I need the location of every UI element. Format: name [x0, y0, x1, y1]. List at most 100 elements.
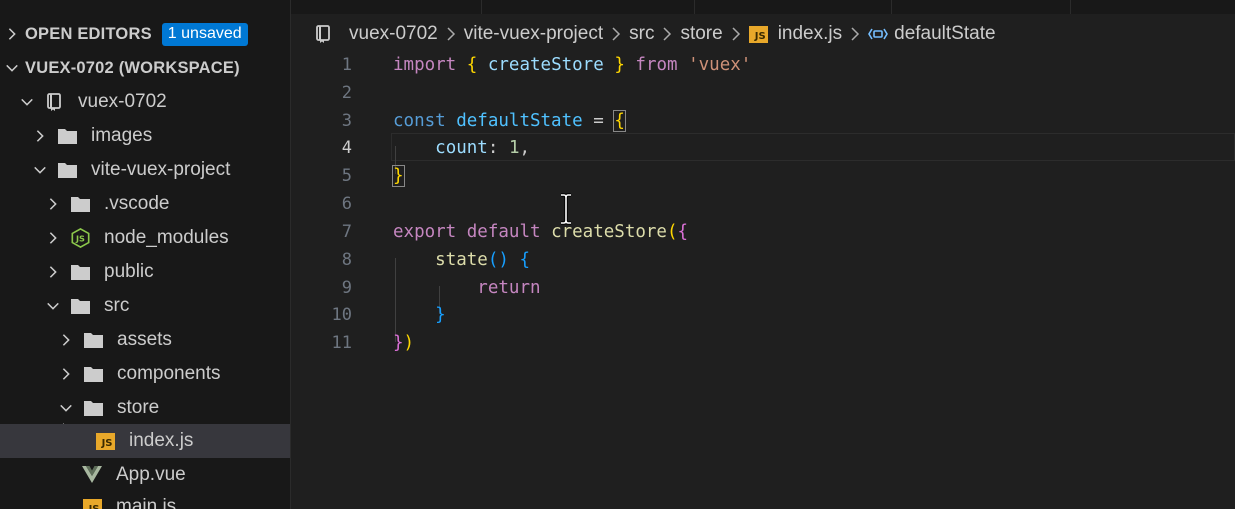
token-identifier: createStore	[487, 55, 604, 75]
token-bracket: {	[519, 250, 531, 270]
js-file-icon-glyph: JS	[82, 498, 102, 509]
folder-open-icon	[70, 296, 90, 316]
token-bracket: ()	[487, 250, 509, 270]
line-number: 1	[341, 55, 352, 75]
workspace-header[interactable]: VUEX-0702 (WORKSPACE)	[0, 51, 290, 85]
token-keyword: const	[393, 111, 446, 131]
tree-item-vite-vuex-project[interactable]: vite-vuex-project	[0, 153, 290, 187]
folder-icon	[57, 126, 77, 146]
token-function: state	[435, 250, 488, 270]
folder-icon	[70, 262, 90, 282]
tab-divider	[1070, 0, 1071, 14]
tree-item-src[interactable]: src	[0, 289, 290, 323]
tree-item-label: .vscode	[104, 193, 170, 214]
line-number: 11	[331, 333, 352, 353]
code-line-6: 6	[291, 190, 1235, 218]
code-text: import { createStore } from 'vuex'	[393, 55, 751, 75]
tab-divider	[891, 0, 892, 14]
chevron-right-icon	[46, 231, 60, 245]
token-bracket: (	[666, 222, 678, 242]
breadcrumb-item-defaultstate[interactable]: defaultState	[894, 23, 995, 45]
line-number: 9	[341, 278, 352, 298]
chevron-right-icon	[59, 333, 73, 347]
tree-item-label: assets	[117, 329, 172, 350]
token-keyword: import	[393, 55, 457, 75]
tree-item-components[interactable]: components	[0, 357, 290, 391]
open-editors-header[interactable]: OPEN EDITORS 1 unsaved	[0, 17, 290, 51]
chevron-right-icon	[46, 265, 60, 279]
repo-icon	[315, 25, 331, 43]
breadcrumb-item-index-js[interactable]: index.js	[778, 23, 842, 45]
tree-item-images[interactable]: images	[0, 119, 290, 153]
editor-tab-strip	[291, 0, 1235, 14]
folder-icon	[83, 330, 103, 350]
tree-item-label: node_modules	[104, 227, 229, 248]
breadcrumb-item-src[interactable]: src	[629, 23, 654, 45]
tree-item-index-js[interactable]: JS index.js	[0, 424, 290, 458]
breadcrumb-item-store[interactable]: store	[680, 23, 722, 45]
chevron-right-icon	[607, 25, 625, 43]
token-property: count	[435, 138, 488, 158]
vue-file-icon	[82, 465, 102, 485]
tree-item-label: public	[104, 261, 154, 282]
code-line-2: 2	[291, 79, 1235, 107]
chevron-down-icon	[46, 299, 60, 313]
breadcrumb: vuex-0702 vite-vuex-project src store JS…	[291, 16, 1235, 52]
tree-item-label: App.vue	[116, 464, 186, 485]
token-number: 1	[508, 138, 520, 158]
tree-item-main-js[interactable]: JS main.js	[0, 490, 290, 509]
token-punctuation: :	[487, 138, 499, 158]
variable-symbol-icon	[868, 26, 889, 42]
token-operator: =	[593, 111, 604, 131]
folder-icon	[70, 194, 90, 214]
line-number: 7	[341, 222, 352, 242]
tree-item-label: components	[117, 363, 221, 384]
tree-item-label: images	[91, 125, 153, 146]
tree-item-vscode[interactable]: .vscode	[0, 187, 290, 221]
line-number: 2	[341, 83, 352, 103]
tree-item-label: index.js	[129, 430, 194, 451]
code-text: count: 1,	[393, 138, 530, 158]
token-bracket: }	[393, 333, 404, 353]
token-bracket: {	[613, 110, 626, 132]
token-keyword: export	[393, 222, 457, 242]
token-bracket: }	[614, 55, 625, 75]
code-line-1: 1 import { createStore } from 'vuex'	[291, 51, 1235, 79]
repo-icon	[44, 92, 64, 112]
line-number: 4	[341, 138, 352, 158]
tab-divider	[481, 0, 482, 14]
workspace-label: VUEX-0702 (WORKSPACE)	[25, 58, 240, 77]
token-bracket: {	[466, 55, 478, 75]
chevron-right-icon	[442, 25, 460, 43]
line-number: 6	[341, 194, 352, 214]
breadcrumb-item-vuex-0702[interactable]: vuex-0702	[349, 23, 438, 45]
code-text: state() {	[393, 250, 530, 270]
tab-divider	[694, 0, 695, 14]
tree-item-label: vite-vuex-project	[91, 159, 231, 180]
tree-item-store[interactable]: store	[0, 391, 290, 425]
tree-item-app-vue[interactable]: App.vue	[0, 458, 290, 492]
chevron-right-icon	[727, 25, 745, 43]
code-text: export default createStore({	[393, 222, 688, 242]
explorer-sidebar: OPEN EDITORS 1 unsaved VUEX-0702 (WORKSP…	[0, 0, 291, 509]
token-keyword: default	[466, 222, 541, 242]
tree-item-public[interactable]: public	[0, 255, 290, 289]
tree-item-node-modules[interactable]: JS node_modules	[0, 221, 290, 255]
folder-open-icon	[57, 160, 77, 180]
js-file-icon: JS	[95, 431, 115, 451]
code-editor[interactable]: 1 import { createStore } from 'vuex' 2 3…	[291, 50, 1235, 509]
js-file-icon-glyph: JS	[95, 432, 115, 450]
chevron-right-icon	[59, 367, 73, 381]
token-keyword: return	[477, 278, 541, 298]
tree-item-assets[interactable]: assets	[0, 323, 290, 357]
chevron-down-icon	[20, 95, 34, 109]
tree-item-vuex-0702[interactable]: vuex-0702	[0, 85, 290, 119]
line-number: 8	[341, 250, 352, 270]
token-bracket: }	[435, 305, 446, 325]
tree-item-label: src	[104, 295, 130, 316]
breadcrumb-item-vite-vuex-project[interactable]: vite-vuex-project	[464, 23, 603, 45]
token-string: 'vuex'	[688, 55, 752, 75]
js-file-icon: JS	[82, 497, 102, 509]
code-line-9: 9 return	[291, 274, 1235, 302]
chevron-right-icon	[46, 197, 60, 211]
